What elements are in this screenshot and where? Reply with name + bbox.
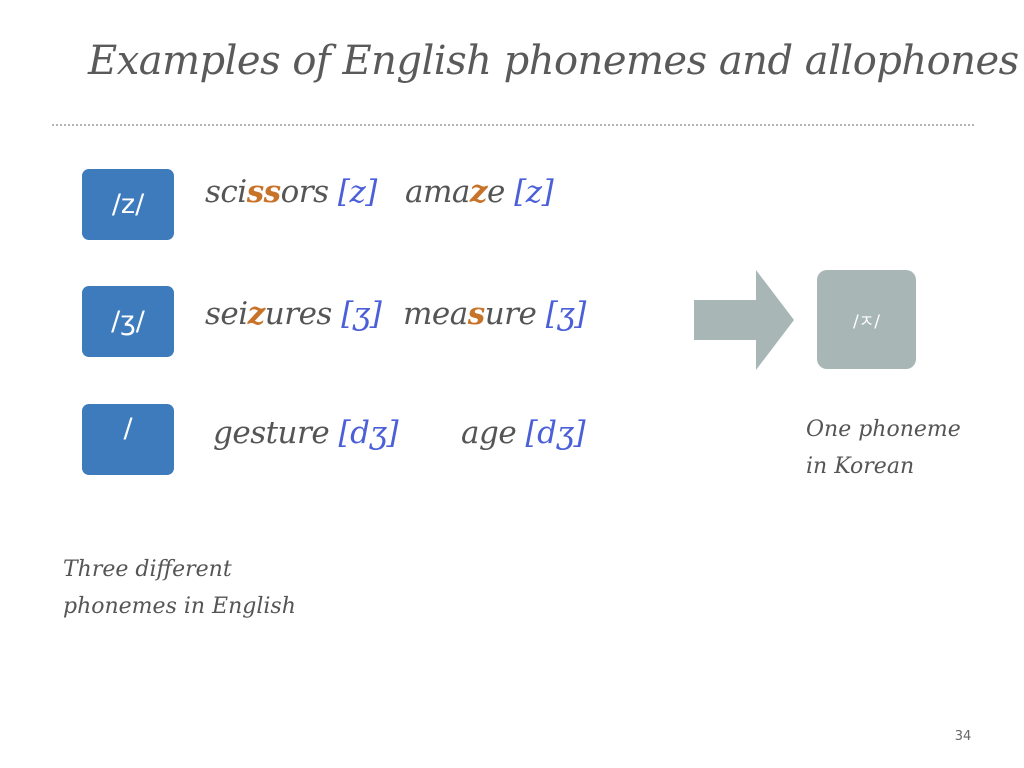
ipa-transcription: [z] [514,174,554,210]
word-part: ors [280,174,329,210]
phoneme-box-dzh: / [82,404,174,475]
example-age: age [dʒ] [461,415,586,451]
phoneme-box-z: /z/ [82,169,174,240]
example-measure: measure [ʒ] [403,296,586,332]
caption-line: Three different [63,557,232,582]
english-caption: Three different phonemes in English [63,551,296,625]
word-part: ures [264,296,333,332]
ipa-transcription: [ʒ] [341,296,382,332]
highlighted-letters: ss [246,174,281,210]
slide: Examples of English phonemes and allopho… [0,0,1024,768]
ipa-transcription: [ʒ] [545,296,587,332]
korean-caption: One phoneme in Korean [806,411,961,485]
slide-title: Examples of English phonemes and allopho… [88,38,1019,84]
word-part: ama [405,174,470,210]
example-gesture: gesture [dʒ] [213,415,399,451]
example-scissors: scissors [z] [205,174,377,210]
word-part: mea [403,296,468,332]
ipa-transcription: [dʒ] [338,415,399,451]
page-number: 34 [954,729,972,744]
caption-line: in Korean [806,454,915,479]
word-part: sei [205,296,248,332]
word-part: ure [484,296,537,332]
highlighted-letters: s [467,296,485,332]
word-part: e [486,174,505,210]
word-part: age [461,415,517,451]
example-seizures: seizures [ʒ] [205,296,382,332]
ipa-transcription: [dʒ] [525,415,586,451]
highlighted-letters: z [469,174,488,210]
korean-phoneme-box: /ㅈ/ [817,270,916,369]
word-part: sci [205,174,247,210]
caption-line: One phoneme [806,417,961,442]
highlighted-letters: z [247,296,266,332]
ipa-transcription: [z] [337,174,378,210]
title-divider [52,124,974,126]
example-amaze: amaze [z] [405,174,554,210]
caption-line: phonemes in English [63,594,296,619]
right-arrow-icon [694,270,794,370]
word-part: gesture [213,415,330,451]
phoneme-box-zh: /ʒ/ [82,286,174,357]
